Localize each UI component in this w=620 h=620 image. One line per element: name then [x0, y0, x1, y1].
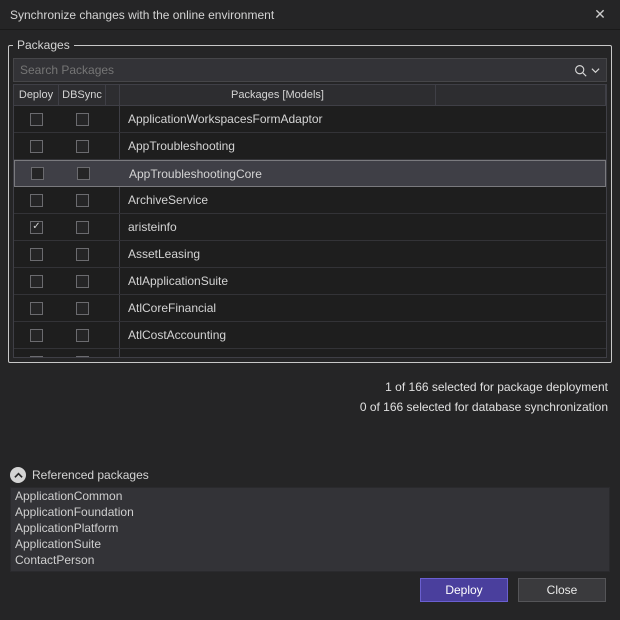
deploy-checkbox[interactable] — [30, 221, 43, 234]
status-lines: 1 of 166 selected for package deployment… — [0, 371, 620, 417]
package-name: AtlFoundation — [120, 349, 606, 358]
search-box[interactable] — [13, 58, 607, 82]
list-item[interactable]: ApplicationSuite — [11, 536, 609, 552]
list-item[interactable]: ApplicationPlatform — [11, 520, 609, 536]
list-item[interactable]: ContactPerson — [11, 552, 609, 568]
dbsync-checkbox[interactable] — [76, 140, 89, 153]
referenced-packages-section: Referenced packages ApplicationCommonApp… — [10, 467, 610, 572]
package-name: ArchiveService — [120, 187, 606, 213]
button-bar: Deploy Close — [420, 578, 606, 602]
header-packages[interactable]: Packages [Models] — [120, 85, 436, 105]
deploy-checkbox[interactable] — [30, 113, 43, 126]
referenced-packages-label: Referenced packages — [32, 468, 149, 482]
status-deploy-line: 1 of 166 selected for package deployment — [0, 377, 608, 397]
close-button[interactable]: Close — [518, 578, 606, 602]
package-name: AtlCoreFinancial — [120, 295, 606, 321]
package-name: AppTroubleshootingCore — [121, 161, 605, 186]
window-title: Synchronize changes with the online envi… — [10, 8, 274, 22]
list-item[interactable]: ApplicationFoundation — [11, 504, 609, 520]
dbsync-checkbox[interactable] — [76, 275, 89, 288]
dbsync-checkbox[interactable] — [76, 329, 89, 342]
header-dbsync[interactable]: DBSync — [59, 85, 106, 105]
deploy-checkbox[interactable] — [30, 329, 43, 342]
table-row[interactable]: AtlApplicationSuite — [14, 268, 606, 295]
dbsync-checkbox[interactable] — [76, 113, 89, 126]
header-deploy[interactable]: Deploy — [14, 85, 59, 105]
dbsync-checkbox[interactable] — [76, 221, 89, 234]
deploy-checkbox[interactable] — [30, 194, 43, 207]
referenced-packages-list[interactable]: ApplicationCommonApplicationFoundationAp… — [10, 487, 610, 572]
table-row[interactable]: AtlFoundation — [14, 349, 606, 358]
table-row[interactable]: aristeinfo — [14, 214, 606, 241]
package-name: ApplicationWorkspacesFormAdaptor — [120, 106, 606, 132]
list-item[interactable]: ApplicationCommon — [11, 488, 609, 504]
search-input[interactable] — [20, 63, 574, 77]
table-row[interactable]: ApplicationWorkspacesFormAdaptor — [14, 106, 606, 133]
referenced-packages-header[interactable]: Referenced packages — [10, 467, 610, 483]
chevron-up-icon[interactable] — [10, 467, 26, 483]
table-row[interactable]: AtlCoreFinancial — [14, 295, 606, 322]
deploy-checkbox[interactable] — [30, 275, 43, 288]
package-name: aristeinfo — [120, 214, 606, 240]
header-spacer — [106, 85, 120, 105]
dbsync-checkbox[interactable] — [76, 248, 89, 261]
table-row[interactable]: AtlCostAccounting — [14, 322, 606, 349]
dbsync-checkbox[interactable] — [76, 356, 89, 359]
search-icon[interactable] — [574, 64, 587, 77]
table-row[interactable]: AssetLeasing — [14, 241, 606, 268]
package-name: AppTroubleshooting — [120, 133, 606, 159]
dbsync-checkbox[interactable] — [76, 302, 89, 315]
deploy-checkbox[interactable] — [30, 140, 43, 153]
deploy-checkbox[interactable] — [31, 167, 44, 180]
grid-body[interactable]: ApplicationWorkspacesFormAdaptorAppTroub… — [13, 106, 607, 358]
deploy-button[interactable]: Deploy — [420, 578, 508, 602]
packages-fieldset: Packages Deploy DBSync Packages [Models]… — [8, 38, 612, 363]
package-name: AtlCostAccounting — [120, 322, 606, 348]
chevron-down-icon[interactable] — [591, 66, 600, 75]
header-extra — [436, 85, 606, 105]
titlebar: Synchronize changes with the online envi… — [0, 0, 620, 30]
deploy-checkbox[interactable] — [30, 302, 43, 315]
status-dbsync-line: 0 of 166 selected for database synchroni… — [0, 397, 608, 417]
table-row[interactable]: AppTroubleshootingCore — [14, 160, 606, 187]
package-name: AssetLeasing — [120, 241, 606, 267]
deploy-checkbox[interactable] — [30, 356, 43, 359]
deploy-checkbox[interactable] — [30, 248, 43, 261]
table-row[interactable]: AppTroubleshooting — [14, 133, 606, 160]
packages-legend: Packages — [13, 38, 74, 52]
dbsync-checkbox[interactable] — [76, 194, 89, 207]
close-icon[interactable]: ✕ — [590, 6, 610, 23]
dbsync-checkbox[interactable] — [77, 167, 90, 180]
table-row[interactable]: ArchiveService — [14, 187, 606, 214]
package-name: AtlApplicationSuite — [120, 268, 606, 294]
grid-header: Deploy DBSync Packages [Models] — [13, 84, 607, 106]
